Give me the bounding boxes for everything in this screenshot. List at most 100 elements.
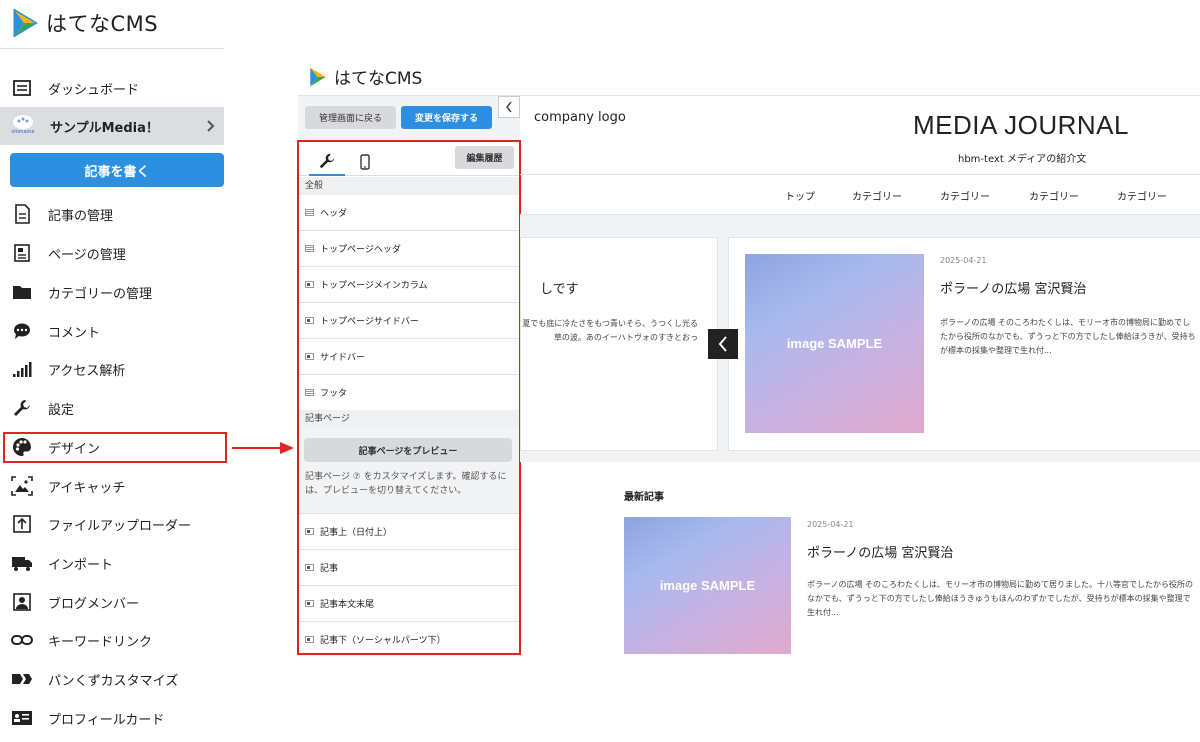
panel-row-label: 記事 bbox=[320, 564, 339, 574]
panel-row-sidebar[interactable]: サイドバー bbox=[299, 339, 519, 375]
tab-mobile[interactable] bbox=[351, 148, 379, 176]
layout-footer-icon bbox=[305, 389, 314, 396]
sidebar-item-eyecatch[interactable]: アイキャッチ bbox=[0, 467, 224, 505]
design-highlight-box bbox=[3, 432, 227, 463]
media-name: サンプルMedia！ bbox=[50, 120, 159, 136]
back-to-admin-button[interactable]: 管理画面に戻る bbox=[305, 106, 396, 129]
panel-row-footer[interactable]: フッタ bbox=[299, 375, 519, 411]
collapse-panel-button[interactable] bbox=[498, 96, 520, 118]
panel-row-article-bottom[interactable]: 記事下（ソーシャルパーツ下） bbox=[299, 622, 519, 653]
site-nav-category[interactable]: カテゴリー bbox=[852, 188, 902, 203]
featured-excerpt: ポラーノの広場 そのころわたくしは、モリーオ市の博物局に勤めでしたから役所のなか… bbox=[940, 318, 1196, 355]
breadcrumb-icon bbox=[10, 667, 34, 691]
panel-row-label: トップページヘッダ bbox=[320, 245, 401, 255]
section-general-heading: 全般 bbox=[299, 177, 519, 195]
sidebar-item-breadcrumb[interactable]: パンくずカスタマイズ bbox=[0, 660, 224, 698]
editor-brand-name: はてなCMS bbox=[334, 69, 423, 89]
sidebar-item-uploader[interactable]: ファイルアップローダー bbox=[0, 505, 224, 543]
wrench-icon bbox=[10, 396, 34, 420]
sidebar-item-label: キーワードリンク bbox=[48, 634, 153, 650]
site-nav-top[interactable]: トップ bbox=[785, 188, 815, 203]
sidebar-item-label: ページの管理 bbox=[48, 247, 126, 263]
panel-row-label: 記事本文末尾 bbox=[320, 600, 375, 610]
slider-prev-button[interactable] bbox=[708, 329, 738, 359]
panel-row-label: トップページサイドバー bbox=[320, 317, 419, 327]
layout-article-icon bbox=[305, 636, 314, 643]
featured-title[interactable]: ポラーノの広場 宮沢賢治 bbox=[940, 278, 1086, 297]
edit-history-button[interactable]: 編集履歴 bbox=[455, 146, 514, 169]
save-changes-button[interactable]: 変更を保存する bbox=[401, 106, 492, 129]
latest-post-excerpt: ポラーノの広場 そのころわたくしは、モリーオ市の博物局に勤めて居りました。十八等… bbox=[807, 580, 1194, 617]
panel-row-article-top[interactable]: 記事上（日付上） bbox=[299, 514, 519, 550]
sidebar-item-label: ダッシュボード bbox=[48, 82, 140, 98]
sidebar-item-analytics[interactable]: アクセス解析 bbox=[0, 350, 224, 388]
preview-article-button[interactable]: 記事ページをプレビュー bbox=[304, 438, 512, 462]
analytics-icon bbox=[10, 357, 34, 381]
tab-customize[interactable] bbox=[309, 148, 345, 176]
layout-article-icon bbox=[305, 564, 314, 571]
panel-row-article-end[interactable]: 記事本文末尾 bbox=[299, 586, 519, 622]
sidebar-item-profile-card[interactable]: プロフィールカード bbox=[0, 699, 224, 737]
document-icon bbox=[10, 202, 34, 226]
layout-article-icon bbox=[305, 528, 314, 535]
site-nav-category[interactable]: カテゴリー bbox=[1029, 188, 1079, 203]
sidebar-item-settings[interactable]: 設定 bbox=[0, 389, 224, 427]
sidebar-item-comments[interactable]: コメント bbox=[0, 312, 224, 350]
sidebar-item-dashboard[interactable]: ダッシュボード bbox=[0, 69, 224, 107]
latest-post-title[interactable]: ポラーノの広場 宮沢賢治 bbox=[807, 542, 953, 561]
image-label: image SAMPLE bbox=[786, 336, 883, 351]
panel-row-header[interactable]: ヘッダ bbox=[299, 195, 519, 231]
panel-tabs: 編集履歴 bbox=[299, 142, 519, 176]
panel-row-top-main-column[interactable]: トップページメインカラム bbox=[299, 267, 519, 303]
sidebar-item-label: プロフィールカード bbox=[48, 712, 165, 728]
sidebar-item-categories[interactable]: カテゴリーの管理 bbox=[0, 273, 224, 311]
site-title[interactable]: MEDIA JOURNAL bbox=[913, 110, 1129, 141]
sidebar-item-pages[interactable]: ページの管理 bbox=[0, 234, 224, 272]
brand-logo[interactable]: はてなCMS bbox=[12, 8, 158, 38]
write-article-button[interactable]: 記事を書く bbox=[10, 153, 224, 187]
layout-top-header-icon bbox=[305, 245, 314, 252]
latest-post-date: 2025-04-21 bbox=[807, 520, 854, 529]
sidebar-item-import[interactable]: インポート bbox=[0, 544, 224, 582]
sidebar-item-label: 記事の管理 bbox=[48, 208, 114, 224]
sidebar-item-members[interactable]: ブログメンバー bbox=[0, 583, 224, 621]
panel-row-top-header[interactable]: トップページヘッダ bbox=[299, 231, 519, 267]
featured-card-title[interactable]: しです bbox=[540, 278, 579, 297]
layout-main-column-icon bbox=[305, 281, 314, 288]
red-arrow-icon bbox=[232, 442, 294, 454]
truck-icon bbox=[10, 551, 34, 575]
featured-date: 2025-04-21 bbox=[940, 256, 987, 265]
layout-header-icon bbox=[305, 209, 314, 216]
latest-post-image[interactable]: image SAMPLE bbox=[624, 517, 791, 654]
hatena-logo-icon bbox=[310, 67, 326, 86]
profile-card-icon bbox=[10, 706, 34, 730]
sidebar-item-label: アクセス解析 bbox=[48, 363, 126, 379]
panel-row-label: フッタ bbox=[320, 389, 348, 399]
admin-sidebar: はてなCMS ダッシュボード sitename サンプルMedia！ 記事を書く… bbox=[0, 0, 228, 742]
sidebar-item-keyword-link[interactable]: キーワードリンク bbox=[0, 621, 224, 659]
editor-brand: はてなCMS bbox=[308, 64, 422, 89]
preview-description: 記事ページ ⑦ をカスタマイズします。確認するには、プレビューを切り替えてくださ… bbox=[305, 472, 507, 496]
brand-divider bbox=[0, 48, 224, 49]
chevron-left-icon bbox=[718, 336, 727, 352]
layout-article-icon bbox=[305, 600, 314, 607]
article-preview-area: 記事ページをプレビュー 記事ページ ⑦ をカスタマイズします。確認するには、プレ… bbox=[299, 426, 519, 514]
image-label: image SAMPLE bbox=[659, 578, 756, 593]
panel-row-article[interactable]: 記事 bbox=[299, 550, 519, 586]
panel-row-top-sidebar[interactable]: トップページサイドバー bbox=[299, 303, 519, 339]
company-logo[interactable]: company logo bbox=[534, 110, 626, 125]
panel-row-label: サイドバー bbox=[320, 353, 366, 363]
pages-icon bbox=[10, 241, 34, 265]
site-nav-category[interactable]: カテゴリー bbox=[1117, 188, 1167, 203]
featured-image[interactable]: image SAMPLE bbox=[745, 254, 924, 433]
sidebar-item-label: パンくずカスタマイズ bbox=[48, 673, 179, 689]
sidebar-media-selector[interactable]: sitename サンプルMedia！ bbox=[0, 107, 224, 145]
sidebar-item-label: ファイルアップローダー bbox=[48, 518, 192, 534]
sidebar-item-articles[interactable]: 記事の管理 bbox=[0, 195, 224, 233]
media-avatar-icon: sitename bbox=[10, 113, 36, 139]
site-nav-category[interactable]: カテゴリー bbox=[940, 188, 990, 203]
hatena-logo-icon bbox=[13, 9, 38, 37]
brand-name: はてなCMS bbox=[46, 12, 159, 36]
eyecatch-icon bbox=[10, 474, 34, 498]
sidebar-item-label: アイキャッチ bbox=[48, 480, 126, 496]
